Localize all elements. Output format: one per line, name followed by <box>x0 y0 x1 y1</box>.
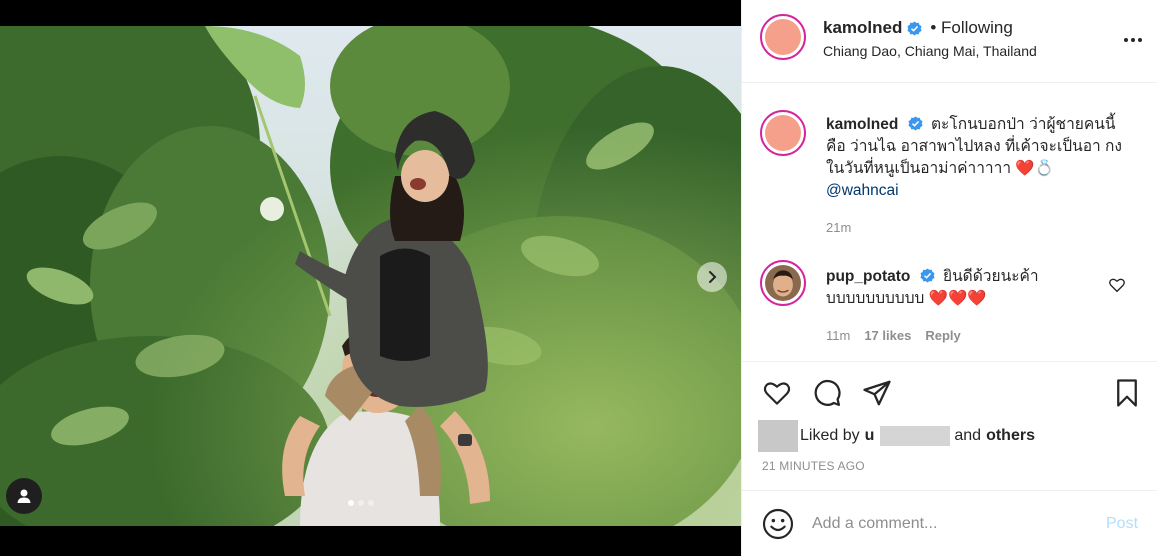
comment-input[interactable] <box>812 509 1092 539</box>
add-comment-bar: Post <box>742 490 1157 556</box>
save-button[interactable] <box>1110 376 1144 410</box>
caption-username[interactable]: kamolned <box>826 116 898 133</box>
photo-illustration <box>0 26 741 526</box>
verified-badge-icon <box>920 268 935 283</box>
author-username[interactable]: kamolned <box>823 18 902 38</box>
reply-time[interactable]: 11m <box>826 328 850 343</box>
author-avatar[interactable] <box>760 14 806 60</box>
heart-icon <box>763 382 791 405</box>
post-photo[interactable] <box>0 26 741 526</box>
likes-prefix: Liked by <box>800 427 860 444</box>
carousel-dot <box>368 500 374 506</box>
user-tag-icon <box>17 489 31 503</box>
comments-section: kamolned ตะโกนบอกป่า ว่าผู้ชายคนนี้ คือ … <box>742 84 1157 362</box>
post-header: kamolned • Following Chiang Dao, Chiang … <box>742 0 1157 83</box>
share-button[interactable] <box>860 376 894 410</box>
avatar-photo <box>765 265 801 301</box>
post-details-panel: kamolned • Following Chiang Dao, Chiang … <box>741 0 1157 556</box>
header-user-row: kamolned • Following <box>823 18 1013 38</box>
reply-meta: 11m 17 likes Reply <box>826 328 961 343</box>
more-options-button[interactable] <box>1120 27 1146 53</box>
reply-emojis: ❤️❤️❤️ <box>928 290 987 307</box>
comment-icon <box>814 379 841 406</box>
redacted-username <box>880 426 951 446</box>
like-button[interactable] <box>760 376 794 410</box>
share-icon <box>863 380 891 406</box>
location-link[interactable]: Chiang Dao, Chiang Mai, Thailand <box>823 43 1037 59</box>
carousel-dot <box>348 500 354 506</box>
post-comment-button[interactable]: Post <box>1106 515 1138 533</box>
bookmark-icon <box>1117 379 1137 407</box>
post-media <box>0 0 741 556</box>
reply-likes[interactable]: 17 likes <box>864 328 911 343</box>
liker-avatar[interactable] <box>758 420 798 452</box>
user-tag-button[interactable] <box>6 478 42 514</box>
caption-mention[interactable]: @wahncai <box>826 182 899 199</box>
heart-icon[interactable] <box>1108 276 1126 294</box>
comment-button[interactable] <box>810 376 844 410</box>
likes-summary: Liked by u and others <box>758 420 1035 452</box>
caption: kamolned ตะโกนบอกป่า ว่าผู้ชายคนนี้ คือ … <box>826 114 1136 202</box>
verified-badge-icon <box>907 20 922 36</box>
carousel-dot <box>358 500 364 506</box>
caption-time[interactable]: 21m <box>826 220 851 235</box>
reply-button[interactable]: Reply <box>925 328 960 343</box>
reply-comment: pup_potato ยินดีด้วยนะค้า บบบบบบบบบบ ❤️❤… <box>826 266 1096 310</box>
likes-conjunction: and <box>954 427 982 444</box>
verified-badge-icon <box>908 116 923 131</box>
next-slide-button[interactable] <box>697 262 727 292</box>
more-options-icon <box>1124 38 1142 42</box>
action-bar <box>742 372 1157 416</box>
liker-username[interactable]: u <box>865 427 875 445</box>
caption-emojis: ❤️💍 <box>1015 160 1054 177</box>
reply-username[interactable]: pup_potato <box>826 268 910 285</box>
others-link[interactable]: others <box>986 427 1035 445</box>
caption-author-avatar[interactable] <box>760 110 806 156</box>
carousel-indicator <box>348 500 374 506</box>
emoji-icon[interactable] <box>762 508 794 540</box>
follow-status[interactable]: • Following <box>930 18 1013 38</box>
post-timestamp[interactable]: 21 MINUTES AGO <box>762 459 865 473</box>
reply-author-avatar[interactable] <box>760 260 806 306</box>
chevron-right-icon <box>709 271 717 283</box>
